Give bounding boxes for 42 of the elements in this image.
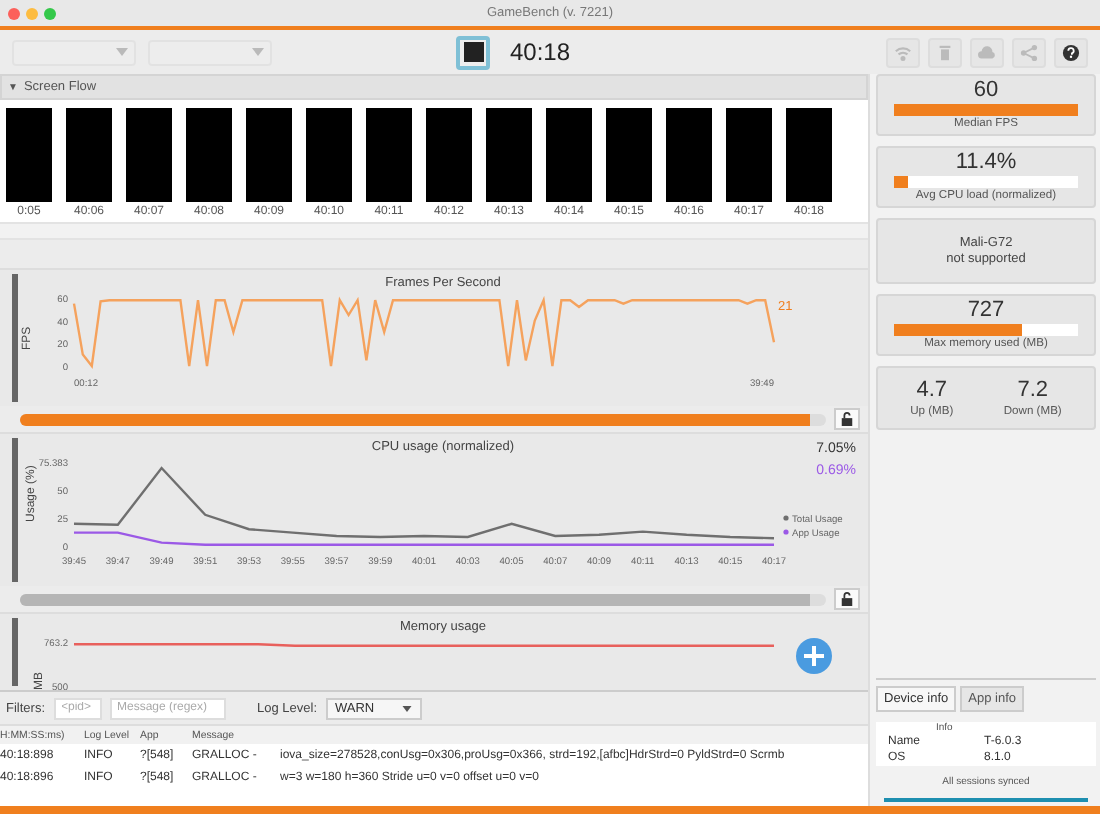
stat-value: 11.4% [955,150,1017,174]
zoom-button[interactable] [44,7,56,19]
frame-thumbnail[interactable] [66,108,112,202]
frame-thumbnail[interactable] [246,108,292,202]
frame-thumbnail[interactable] [606,108,652,202]
frame-thumbnail[interactable] [546,108,592,202]
drag-handle[interactable] [12,274,18,402]
stat-value: 60 [973,78,999,102]
close-button[interactable] [8,7,20,19]
frame-thumbnail[interactable] [126,108,172,202]
frame-thumbnail[interactable] [366,108,412,202]
frame-thumbnail[interactable] [426,108,472,202]
frame-thumbnail[interactable] [786,108,832,202]
caret-icon [116,48,128,56]
minimize-button[interactable] [26,7,38,19]
stat-value: 4.7 [916,378,948,402]
timeline-slider[interactable] [20,593,826,605]
drag-handle[interactable] [12,438,18,582]
add-button[interactable] [796,638,832,674]
drag-handle[interactable] [12,618,18,686]
scrollbar[interactable] [0,222,868,240]
frame-thumbnail[interactable] [726,108,772,202]
stat-value: 727 [967,298,1005,322]
caret-icon [401,705,411,711]
frame-thumbnail[interactable] [306,108,352,202]
frame-thumbnail[interactable] [486,108,532,202]
frame-thumbnail[interactable] [186,108,232,202]
help-button[interactable] [1054,37,1088,67]
wifi-icon [894,43,912,61]
stop-button[interactable] [456,35,490,69]
frame-thumbnail[interactable] [666,108,712,202]
lock-button[interactable] [834,588,860,610]
trash-icon [936,43,954,61]
help-icon [1062,43,1080,61]
elapsed-time: 40:18 [510,38,571,66]
caret-icon [252,48,264,56]
lock-button[interactable] [834,408,860,430]
share-icon [1020,43,1038,61]
stat-value: 7.2 [1017,378,1049,402]
cloud-icon [978,43,996,61]
timeline-slider[interactable] [20,413,826,425]
frame-thumbnail[interactable] [6,108,52,202]
